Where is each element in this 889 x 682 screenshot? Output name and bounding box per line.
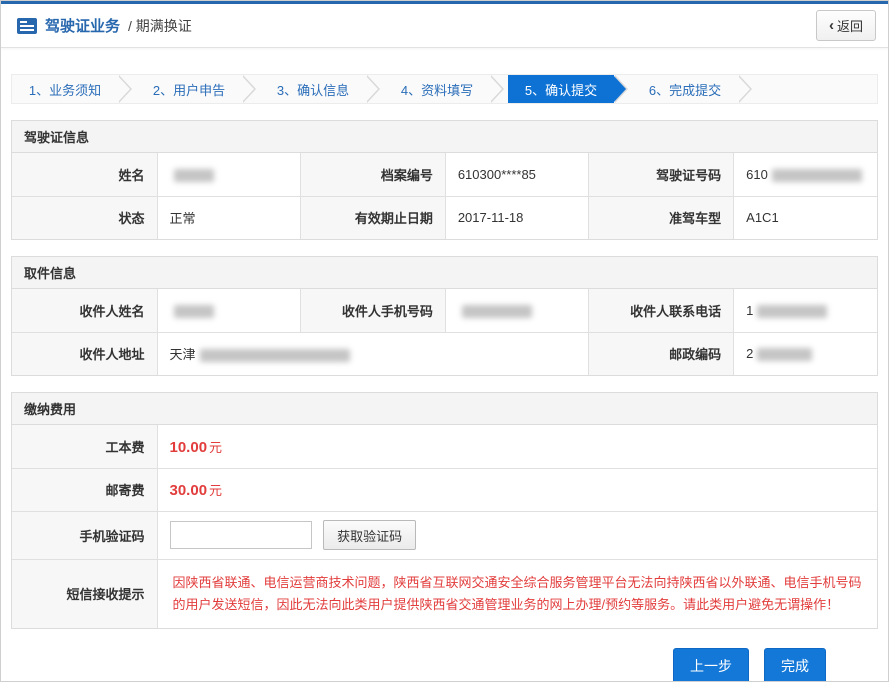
vehicle-type-value: A1C1: [734, 196, 877, 239]
license-info-title: 驾驶证信息: [12, 121, 877, 153]
service-title: 驾驶证业务: [45, 15, 120, 36]
recipient-address-label: 收件人地址: [12, 332, 157, 375]
get-sms-code-button[interactable]: 获取验证码: [323, 520, 416, 550]
production-fee-label: 工本费: [12, 425, 157, 468]
table-row: 收件人姓名 收件人手机号码 收件人联系电话 1: [12, 289, 877, 332]
step-label: 1、业务须知: [29, 80, 101, 99]
license-number-label: 驾驶证号码: [589, 153, 734, 196]
fees-table: 工本费 10.00元 邮寄费 30.00元 手机验证码 获取验证码 短信接收提: [12, 425, 877, 628]
step-6-complete-submit[interactable]: 6、完成提交: [632, 75, 738, 103]
back-label: 返回: [837, 16, 863, 35]
postcode-value: 2: [734, 332, 877, 375]
page-title: 驾驶证业务 / 期满换证: [17, 15, 192, 36]
redacted-text: [772, 169, 862, 182]
fees-section: 缴纳费用 工本费 10.00元 邮寄费 30.00元 手机验证码 获取验证码: [11, 392, 878, 629]
finish-button[interactable]: 完成: [764, 648, 826, 682]
recipient-mobile-value: [445, 289, 588, 332]
step-label: 4、资料填写: [401, 80, 473, 99]
license-service-icon: [17, 18, 37, 34]
name-value: [157, 153, 300, 196]
service-subtitle: / 期满换证: [128, 16, 192, 36]
file-number-value: 610300****85: [445, 153, 588, 196]
license-info-section: 驾驶证信息 姓名 档案编号 610300****85 驾驶证号码 610 状态 …: [11, 120, 878, 240]
table-row: 收件人地址 天津 邮政编码 2: [12, 332, 877, 375]
step-label: 6、完成提交: [649, 80, 721, 99]
file-number-label: 档案编号: [300, 153, 445, 196]
back-chevron-icon: ‹: [829, 18, 834, 33]
recipient-name-value: [157, 289, 300, 332]
table-row: 手机验证码 获取验证码: [12, 511, 877, 559]
redacted-text: [757, 305, 827, 318]
step-4-fill-data[interactable]: 4、资料填写: [384, 75, 490, 103]
sms-notice-label: 短信接收提示: [12, 559, 157, 628]
recipient-phone-label: 收件人联系电话: [589, 289, 734, 332]
footer-actions: 上一步 完成: [1, 629, 888, 682]
mail-fee-value: 30.00元: [157, 468, 877, 511]
redacted-text: [757, 348, 812, 361]
sms-code-input[interactable]: [170, 521, 312, 549]
step-3-confirm-info[interactable]: 3、确认信息: [260, 75, 366, 103]
redacted-text: [174, 169, 214, 182]
redacted-text: [200, 349, 350, 362]
production-fee-unit: 元: [209, 440, 222, 455]
step-1-business-notice[interactable]: 1、业务须知: [12, 75, 118, 103]
recipient-address-value: 天津: [157, 332, 589, 375]
table-row: 短信接收提示 因陕西省联通、电信运营商技术问题，陕西省互联网交通安全综合服务管理…: [12, 559, 877, 628]
expiry-date-label: 有效期止日期: [300, 196, 445, 239]
recipient-phone-value: 1: [734, 289, 877, 332]
previous-step-button[interactable]: 上一步: [673, 648, 749, 682]
status-value: 正常: [157, 196, 300, 239]
step-5-confirm-submit[interactable]: 5、确认提交: [508, 75, 614, 103]
table-row: 工本费 10.00元: [12, 425, 877, 468]
recipient-name-label: 收件人姓名: [12, 289, 157, 332]
redacted-text: [462, 305, 532, 318]
sms-notice-cell: 因陕西省联通、电信运营商技术问题，陕西省互联网交通安全综合服务管理平台无法向持陕…: [157, 559, 877, 628]
expiry-date-value: 2017-11-18: [445, 196, 588, 239]
step-2-user-declaration[interactable]: 2、用户申告: [136, 75, 242, 103]
step-label: 2、用户申告: [153, 80, 225, 99]
step-navigation: 1、业务须知 2、用户申告 3、确认信息 4、资料填写 5、确认提交 6、完成提…: [11, 74, 878, 104]
mail-fee-label: 邮寄费: [12, 468, 157, 511]
pickup-info-table: 收件人姓名 收件人手机号码 收件人联系电话 1 收件人地址 天津 邮政编码 2: [12, 289, 877, 375]
production-fee-amount: 10.00: [170, 439, 208, 456]
sms-code-label: 手机验证码: [12, 511, 157, 559]
recipient-mobile-label: 收件人手机号码: [300, 289, 445, 332]
production-fee-value: 10.00元: [157, 425, 877, 468]
step-label: 5、确认提交: [525, 80, 597, 99]
mail-fee-amount: 30.00: [170, 482, 208, 499]
mail-fee-unit: 元: [209, 483, 222, 498]
license-number-value: 610: [734, 153, 877, 196]
table-row: 状态 正常 有效期止日期 2017-11-18 准驾车型 A1C1: [12, 196, 877, 239]
fees-title: 缴纳费用: [12, 393, 877, 425]
table-row: 邮寄费 30.00元: [12, 468, 877, 511]
status-label: 状态: [12, 196, 157, 239]
sms-code-cell: 获取验证码: [157, 511, 877, 559]
pickup-info-title: 取件信息: [12, 257, 877, 289]
name-label: 姓名: [12, 153, 157, 196]
table-row: 姓名 档案编号 610300****85 驾驶证号码 610: [12, 153, 877, 196]
postcode-label: 邮政编码: [589, 332, 734, 375]
pickup-info-section: 取件信息 收件人姓名 收件人手机号码 收件人联系电话 1 收件人地址 天津 邮政…: [11, 256, 878, 376]
vehicle-type-label: 准驾车型: [589, 196, 734, 239]
redacted-text: [174, 305, 214, 318]
sms-notice-text: 因陕西省联通、电信运营商技术问题，陕西省互联网交通安全综合服务管理平台无法向持陕…: [173, 572, 863, 616]
back-button[interactable]: ‹ 返回: [816, 10, 876, 41]
page: 驾驶证业务 / 期满换证 ‹ 返回 1、业务须知 2、用户申告 3、确认信息 4…: [0, 0, 889, 682]
header: 驾驶证业务 / 期满换证 ‹ 返回: [1, 4, 888, 48]
step-label: 3、确认信息: [277, 80, 349, 99]
license-info-table: 姓名 档案编号 610300****85 驾驶证号码 610 状态 正常 有效期…: [12, 153, 877, 239]
